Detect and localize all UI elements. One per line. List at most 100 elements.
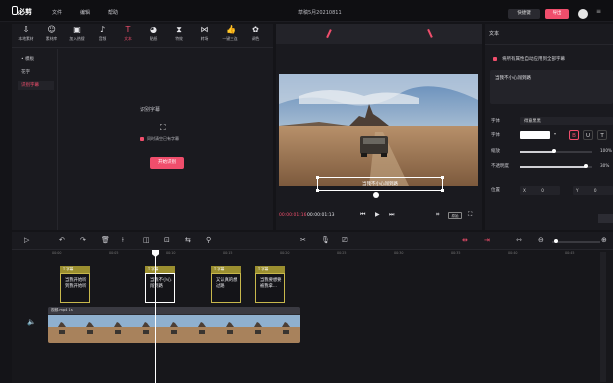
- subtitle-clip-line: 闯到路: [150, 284, 163, 289]
- sub-nav-huazi[interactable]: 花字: [18, 68, 54, 77]
- menu-file[interactable]: 文件: [52, 9, 62, 16]
- ruler-tick: 00:20: [280, 251, 290, 255]
- toolbar-icon: ◕: [150, 25, 157, 34]
- play-icon[interactable]: ▶: [375, 211, 380, 218]
- toolbar-button-8[interactable]: 👍 一键三连: [218, 26, 242, 46]
- mirror-icon[interactable]: ⇆: [185, 236, 191, 244]
- subtitle-clip-line: 过路: [216, 284, 225, 289]
- next-frame-icon[interactable]: ⏭: [389, 211, 394, 219]
- toolbar-button-2[interactable]: ▣ 加入热搜: [65, 26, 89, 46]
- toolbar-icon: ⋈: [200, 25, 209, 34]
- toolbar-label: 文本: [124, 36, 132, 41]
- zoom-slider[interactable]: [552, 241, 600, 243]
- zoom-in-icon[interactable]: ⊕: [601, 236, 607, 244]
- font-select[interactable]: 得意黑黑: [520, 117, 613, 125]
- subtitle-clip-text: 当我要想要 被我拿...: [260, 278, 281, 290]
- ruler-tick: 00:05: [109, 251, 119, 255]
- window-menu-icon[interactable]: ≡: [596, 8, 601, 15]
- link-icon[interactable]: ⇹: [462, 236, 468, 244]
- subtitle-text-input[interactable]: 当我不小心闯到路: [490, 70, 613, 104]
- prev-frame-icon[interactable]: ⏮: [360, 211, 365, 219]
- toolbar-label: 特效: [175, 36, 183, 41]
- resize-handle[interactable]: [441, 189, 444, 192]
- microphone-icon[interactable]: 🎙: [321, 236, 330, 244]
- ruler-tick: 00:10: [166, 251, 176, 255]
- subtitle-clip-line: 被我拿...: [260, 284, 277, 289]
- auto-cut-icon[interactable]: ✂: [300, 236, 306, 244]
- subtitle-clip[interactable]: T 字幕 当我不小心 闯到路: [145, 266, 175, 303]
- playhead[interactable]: [155, 250, 156, 383]
- video-preview[interactable]: [279, 74, 478, 186]
- select-tool-icon[interactable]: ▷: [24, 236, 29, 244]
- export-button[interactable]: 导出: [545, 9, 569, 19]
- subtitle-box[interactable]: 当我不小心闯到路: [316, 176, 444, 192]
- toolbar-button-0[interactable]: ⇩ 本地素材: [14, 26, 38, 46]
- underline-button[interactable]: U: [583, 130, 593, 140]
- rotate-handle[interactable]: [373, 192, 379, 198]
- panel-button[interactable]: [598, 214, 613, 223]
- toolbar-label: 音频: [98, 36, 107, 41]
- volume-icon[interactable]: 🔈: [27, 318, 36, 326]
- toolbar-button-5[interactable]: ◕ 贴纸: [142, 26, 166, 46]
- snap-icon[interactable]: ⇥: [484, 236, 490, 244]
- video-clip[interactable]: 视频.mp4 1s: [48, 307, 300, 343]
- resize-handle[interactable]: [316, 189, 319, 192]
- split-icon[interactable]: ⟊: [122, 236, 124, 245]
- fit-icon[interactable]: ⇿: [516, 236, 522, 244]
- clear-checkbox[interactable]: [140, 137, 144, 141]
- menu-help[interactable]: 帮助: [108, 9, 118, 16]
- position-x-input[interactable]: X 0: [520, 186, 560, 195]
- subtitle-clip[interactable]: T 字幕 又认真的想 过路: [211, 266, 241, 303]
- desert-scene: [279, 74, 478, 186]
- y-value: 0: [593, 188, 597, 193]
- redo-icon[interactable]: ↷: [80, 236, 86, 244]
- scale-slider-knob[interactable]: [552, 149, 556, 153]
- delete-icon[interactable]: 🗑: [101, 236, 110, 244]
- fullscreen-icon[interactable]: ⛶: [468, 211, 472, 219]
- bold-button[interactable]: B: [569, 130, 579, 140]
- zoom-slider-knob[interactable]: [554, 239, 558, 243]
- avatar[interactable]: [578, 9, 588, 19]
- player-panel: [276, 24, 482, 230]
- resize-handle[interactable]: [316, 176, 319, 179]
- toolbar-button-4[interactable]: T 文本: [116, 26, 140, 46]
- toolbar-button-9[interactable]: ✿ 调色: [244, 26, 268, 46]
- timeline-scrollbar[interactable]: [600, 252, 606, 382]
- tab-text[interactable]: 文本: [489, 30, 499, 37]
- toolbar-label: 调色: [251, 36, 260, 41]
- camera-icon[interactable]: ⎚: [342, 236, 348, 245]
- divider: [485, 44, 613, 45]
- toolbar-button-1[interactable]: ☺ 素材库: [40, 26, 64, 46]
- toolbar-icon: ⇩: [22, 25, 30, 34]
- properties-panel: [485, 24, 613, 230]
- crop-left-icon[interactable]: ◫: [143, 236, 150, 244]
- sub-nav-template[interactable]: • 模板: [18, 55, 54, 64]
- ratio-button[interactable]: 原始: [448, 212, 462, 219]
- ruler-tick: 00:00: [52, 251, 62, 255]
- subtitle-clip[interactable]: T 字幕 当我要想要 被我拿...: [255, 266, 285, 303]
- undo-icon[interactable]: ↶: [59, 236, 65, 244]
- apply-all-label: 将所有属性自动应用到全部字幕: [502, 57, 565, 62]
- pin-icon[interactable]: ⚲: [206, 236, 211, 244]
- toolbar-button-6[interactable]: ⧗ 特效: [167, 26, 191, 46]
- video-clip-label: 视频.mp4 1s: [48, 307, 300, 314]
- start-recognize-button[interactable]: 开始识别: [150, 157, 184, 169]
- ruler-tick: 00:15: [223, 251, 233, 255]
- subtitle-clip[interactable]: T 字幕 当我开始听 到我开始听: [60, 266, 90, 303]
- toolbar-button-7[interactable]: ⋈ 转场: [193, 26, 217, 46]
- menu-edit[interactable]: 编辑: [80, 9, 90, 16]
- apply-all-checkbox[interactable]: [493, 57, 497, 61]
- resize-handle[interactable]: [441, 176, 444, 179]
- opacity-slider-knob[interactable]: [584, 164, 588, 168]
- toolbar-button-3[interactable]: ♪ 音频: [91, 26, 115, 46]
- toolbar-label: 转场: [200, 36, 209, 41]
- freeze-icon[interactable]: ⊡: [164, 236, 170, 244]
- color-swatch[interactable]: [520, 131, 550, 139]
- position-y-input[interactable]: Y 0: [573, 186, 613, 195]
- chevron-down-icon[interactable]: ▾: [554, 131, 556, 136]
- shortcut-button[interactable]: 快捷键: [508, 9, 540, 19]
- crop-icon[interactable]: ⌗: [436, 211, 439, 219]
- sub-nav-recognize[interactable]: 识别字幕: [18, 81, 54, 90]
- zoom-out-icon[interactable]: ⊖: [538, 236, 544, 244]
- italic-button[interactable]: T: [597, 130, 607, 140]
